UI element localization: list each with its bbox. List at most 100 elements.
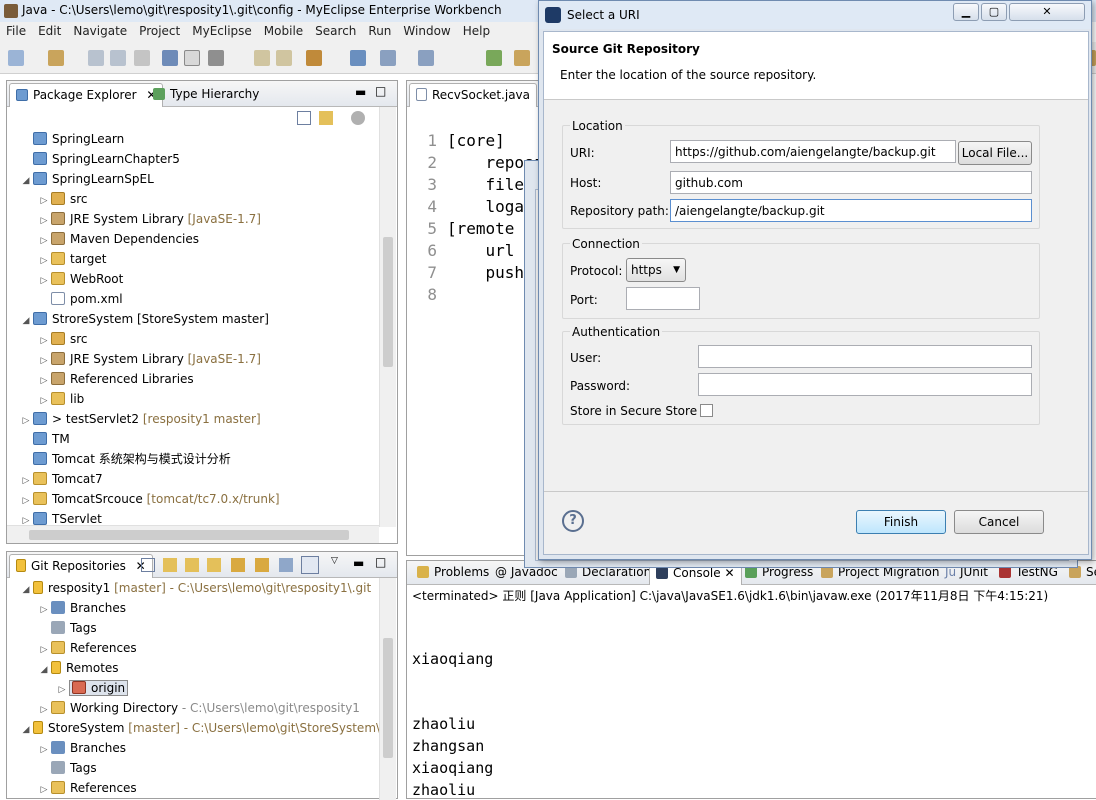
- tree-item[interactable]: ▷ JRE System Library [JavaSE-1.7]: [37, 349, 261, 369]
- scrollbar-thumb[interactable]: [29, 530, 349, 540]
- menu-myeclipse[interactable]: MyEclipse: [186, 22, 258, 40]
- repository-path-input[interactable]: [670, 199, 1032, 222]
- menu-file[interactable]: File: [0, 22, 32, 40]
- horizontal-scrollbar[interactable]: [7, 525, 379, 543]
- tree-item[interactable]: ▷ TomcatSrcouce [tomcat/tc7.0.x/trunk]: [19, 489, 280, 509]
- tree-item[interactable]: ▷ src: [37, 329, 88, 349]
- deploy-icon[interactable]: [486, 50, 502, 66]
- collapsed-arrow-icon[interactable]: ▷: [37, 391, 51, 411]
- local-file-button[interactable]: Local File...: [958, 141, 1032, 165]
- tree-item[interactable]: ▷ References: [37, 638, 137, 658]
- protocol-select[interactable]: https ▼: [626, 258, 686, 282]
- collapsed-arrow-icon[interactable]: ▷: [37, 211, 51, 231]
- tree-item[interactable]: ▷ lib: [37, 389, 84, 409]
- filter-icon[interactable]: [301, 556, 319, 574]
- scrollbar-thumb[interactable]: [383, 237, 393, 367]
- tree-item[interactable]: ▷ > testServlet2 [resposity1 master]: [19, 409, 261, 429]
- add-repository-icon[interactable]: [163, 558, 177, 572]
- collapsed-arrow-icon[interactable]: ▷: [55, 680, 69, 700]
- tree-item[interactable]: Tags: [37, 758, 97, 778]
- collapsed-arrow-icon[interactable]: ▷: [37, 780, 51, 800]
- expanded-arrow-icon[interactable]: ◢: [19, 720, 33, 740]
- toggle-icon[interactable]: [184, 50, 200, 66]
- password-input[interactable]: [698, 373, 1032, 396]
- collapsed-arrow-icon[interactable]: ▷: [37, 700, 51, 720]
- maximize-icon[interactable]: □: [375, 84, 386, 98]
- collapsed-arrow-icon[interactable]: ▷: [19, 471, 33, 491]
- tree-item[interactable]: SpringLearnChapter5: [19, 149, 180, 169]
- collapsed-arrow-icon[interactable]: ▷: [37, 600, 51, 620]
- server-icon[interactable]: [350, 50, 366, 66]
- tree-item[interactable]: ◢ StoreSystem [master] - C:\Users\lemo\gi…: [19, 718, 384, 738]
- dialog-close-button[interactable]: ✕: [1009, 3, 1085, 21]
- port-input[interactable]: [626, 287, 700, 310]
- hierarchy-icon[interactable]: [279, 558, 293, 572]
- tree-item[interactable]: ▷ target: [37, 249, 107, 269]
- tools-icon[interactable]: [208, 50, 224, 66]
- collapsed-arrow-icon[interactable]: ▷: [37, 640, 51, 660]
- print-icon[interactable]: [134, 50, 150, 66]
- uri-input[interactable]: [670, 140, 956, 163]
- misc-icon[interactable]: [514, 50, 530, 66]
- collapsed-arrow-icon[interactable]: ▷: [37, 740, 51, 760]
- minimize-icon[interactable]: ▬: [353, 556, 364, 570]
- close-icon[interactable]: ✕: [724, 566, 734, 580]
- tree-item[interactable]: ▷ WebRoot: [37, 269, 123, 289]
- menu-search[interactable]: Search: [309, 22, 362, 40]
- tree-item[interactable]: ▷ Working Directory - C:\Users\lemo\git\r…: [37, 698, 360, 718]
- menu-project[interactable]: Project: [133, 22, 186, 40]
- collapse-all-icon[interactable]: [297, 111, 311, 125]
- host-input[interactable]: [670, 171, 1032, 194]
- tab-type-hierarchy[interactable]: Type Hierarchy: [147, 83, 265, 107]
- collapsed-arrow-icon[interactable]: ▷: [37, 231, 51, 251]
- tree-item[interactable]: Tomcat 系统架构与模式设计分析: [19, 449, 231, 469]
- expanded-arrow-icon[interactable]: ◢: [19, 171, 33, 191]
- help-button[interactable]: ?: [562, 510, 584, 532]
- clone-repository-icon[interactable]: [185, 558, 199, 572]
- debug-icon[interactable]: [380, 50, 396, 66]
- redo-icon[interactable]: [276, 50, 292, 66]
- tree-item[interactable]: Tags: [37, 618, 97, 638]
- tree-item[interactable]: ▷ Maven Dependencies: [37, 229, 199, 249]
- tree-item[interactable]: ▷ origin: [55, 678, 129, 700]
- tree-item[interactable]: ▷ Referenced Libraries: [37, 369, 194, 389]
- dialog-maximize-button[interactable]: ▢: [981, 3, 1007, 21]
- tree-item[interactable]: ◢ SpringLearnSpEL: [19, 169, 154, 189]
- tree-item[interactable]: ▷ References: [37, 778, 137, 798]
- collapsed-arrow-icon[interactable]: ▷: [37, 331, 51, 351]
- collapsed-arrow-icon[interactable]: ▷: [37, 251, 51, 271]
- tree-item[interactable]: ◢ Remotes: [37, 658, 119, 678]
- collapse-all-icon[interactable]: [141, 558, 155, 572]
- tree-item[interactable]: ▷ JRE System Library [JavaSE-1.7]: [37, 209, 261, 229]
- minimize-icon[interactable]: ▬: [355, 85, 366, 99]
- vertical-scrollbar[interactable]: [379, 578, 396, 800]
- tree-item[interactable]: SpringLearn: [19, 129, 124, 149]
- save-all-icon[interactable]: [110, 50, 126, 66]
- menu-window[interactable]: Window: [397, 22, 456, 40]
- vertical-scrollbar[interactable]: [379, 107, 396, 527]
- tree-item[interactable]: ▷ Branches: [37, 738, 126, 758]
- collapsed-arrow-icon[interactable]: ▷: [19, 491, 33, 511]
- new-icon[interactable]: [8, 50, 24, 66]
- collapsed-arrow-icon[interactable]: ▷: [37, 191, 51, 211]
- maximize-icon[interactable]: □: [375, 555, 386, 569]
- menu-navigate[interactable]: Navigate: [67, 22, 133, 40]
- menu-help[interactable]: Help: [457, 22, 496, 40]
- undo-icon[interactable]: [254, 50, 270, 66]
- scrollbar-thumb[interactable]: [383, 638, 393, 758]
- collapsed-arrow-icon[interactable]: ▷: [37, 371, 51, 391]
- save-icon[interactable]: [88, 50, 104, 66]
- build-icon[interactable]: [306, 50, 322, 66]
- expanded-arrow-icon[interactable]: ◢: [19, 311, 33, 331]
- cancel-button[interactable]: Cancel: [954, 510, 1044, 534]
- view-menu-icon[interactable]: ▽: [331, 556, 338, 566]
- tree-item[interactable]: ◢ resposity1 [master] - C:\Users\lemo\git…: [19, 578, 371, 598]
- menu-edit[interactable]: Edit: [32, 22, 67, 40]
- tree-item[interactable]: ▷ src: [37, 189, 88, 209]
- finish-button[interactable]: Finish: [856, 510, 946, 534]
- collapsed-arrow-icon[interactable]: ▷: [37, 351, 51, 371]
- tab-problems[interactable]: Problems: [411, 561, 495, 585]
- tab-package-explorer[interactable]: Package Explorer ✕: [9, 83, 164, 107]
- tab-recvsocket-java[interactable]: RecvSocket.java: [409, 83, 538, 107]
- secure-store-checkbox[interactable]: [700, 404, 713, 417]
